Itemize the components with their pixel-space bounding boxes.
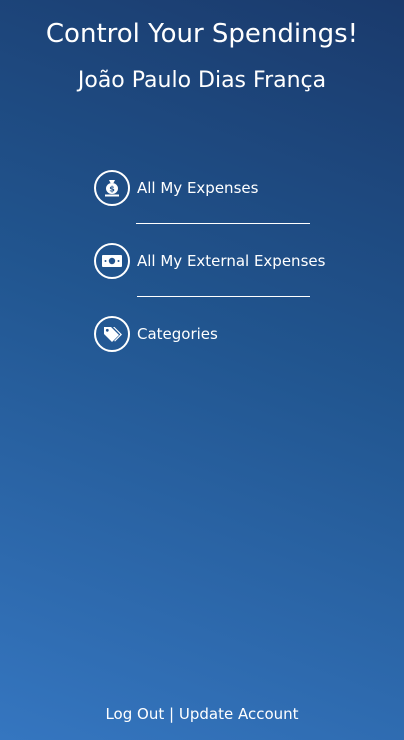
footer-separator: | (169, 705, 175, 723)
footer: Log Out | Update Account (0, 704, 404, 724)
menu-item-categories[interactable]: Categories (94, 316, 218, 352)
menu-item-all-my-external-expenses[interactable]: All My External Expenses (94, 243, 325, 279)
banknote-icon (94, 243, 130, 279)
menu-divider (137, 296, 310, 297)
menu-divider (136, 223, 310, 224)
app-title: Control Your Spendings! (45, 19, 359, 49)
menu-item-label: Categories (137, 325, 218, 343)
logout-link[interactable]: Log Out (105, 705, 164, 723)
svg-text:$: $ (109, 185, 115, 194)
tags-icon (94, 316, 130, 352)
update-account-link[interactable]: Update Account (179, 705, 299, 723)
menu-item-all-my-expenses[interactable]: $ All My Expenses (94, 170, 258, 206)
user-name: João Paulo Dias França (77, 68, 327, 93)
money-bag-icon: $ (94, 170, 130, 206)
menu-item-label: All My External Expenses (137, 252, 326, 270)
menu-item-label: All My Expenses (137, 179, 259, 197)
